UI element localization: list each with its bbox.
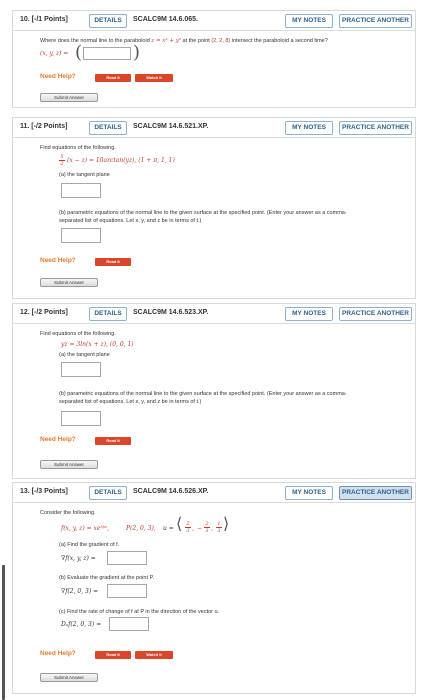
question-code: SCALC9M 14.6.521.XP. — [133, 123, 209, 130]
normal-line-input[interactable] — [61, 411, 101, 426]
point-definition: P(2, 0, 3), — [126, 525, 156, 532]
details-button[interactable]: DETAILS — [89, 307, 127, 321]
question-number: 10. [-/1 Points] — [20, 16, 68, 23]
watch-it-button[interactable]: Watch It — [135, 651, 173, 659]
question-code: SCALC9M 14.6.523.XP. — [133, 309, 209, 316]
part-a-label: (a) the tangent plane — [59, 172, 110, 178]
vector-comma-1: , — [192, 525, 194, 532]
my-notes-button[interactable]: MY NOTES — [285, 14, 333, 28]
tangent-plane-input[interactable] — [61, 183, 101, 198]
tangent-plane-input[interactable] — [61, 362, 101, 377]
submit-answer-button[interactable]: Submit Answer — [40, 673, 98, 682]
surface-equation: (x − z) = 10arctan(yz), (1 + π, 1, 1) — [67, 157, 175, 164]
part-c-label: (c) Find the rate of change of f at P in… — [59, 609, 220, 615]
question-12: 12. [-/2 Points] DETAILS SCALC9M 14.6.52… — [12, 303, 416, 479]
right-paren: ) — [133, 42, 141, 63]
question-prompt: Consider the following. — [40, 510, 96, 516]
part-b-line-1: (b) parametric equations of the normal l… — [59, 391, 347, 397]
question-number: 13. [-/3 Points] — [20, 488, 68, 495]
left-paren: ( — [75, 42, 83, 63]
need-help-label: Need Help? — [40, 73, 76, 80]
details-button[interactable]: DETAILS — [89, 486, 127, 500]
part-b-label: (b) Evaluate the gradient at the point P… — [59, 575, 154, 581]
surface-equation: yz = 3ln(x + z), (0, 0, 1) — [61, 341, 134, 348]
question-header: 10. [-/1 Points] DETAILS SCALC9M 14.6.06… — [13, 11, 415, 31]
vector-u-component-1: 2 3 — [185, 521, 191, 534]
question-header: 11. [-/2 Points] DETAILS SCALC9M 14.6.52… — [13, 118, 415, 138]
need-help-label: Need Help? — [40, 650, 76, 657]
vector-u-component-3: 1 3 — [216, 521, 222, 534]
need-help-label: Need Help? — [40, 257, 76, 264]
submit-answer-button[interactable]: Submit Answer — [40, 460, 98, 469]
my-notes-button[interactable]: MY NOTES — [285, 121, 333, 135]
directional-derivative-label: Dᵤf(2, 0, 3) = — [61, 621, 102, 628]
question-number: 11. [-/2 Points] — [20, 123, 68, 130]
normal-line-input[interactable] — [61, 228, 101, 243]
scrollbar[interactable] — [2, 565, 5, 700]
part-b-line-2: separated list of equations. Let x, y, a… — [59, 218, 202, 224]
read-it-button[interactable]: Read It — [95, 651, 131, 659]
question-code: SCALC9M 14.6.065. — [133, 16, 198, 23]
question-header: 13. [-/3 Points] DETAILS SCALC9M 14.6.52… — [13, 483, 415, 503]
vector-u-component-2: 2 3 — [204, 521, 210, 534]
question-code: SCALC9M 14.6.526.XP. — [133, 488, 209, 495]
my-notes-button[interactable]: MY NOTES — [285, 307, 333, 321]
prompt-point: (2, 2, 8) — [211, 38, 231, 44]
practice-another-button[interactable]: PRACTICE ANOTHER — [339, 486, 412, 500]
question-13: 13. [-/3 Points] DETAILS SCALC9M 14.6.52… — [12, 482, 416, 694]
gradient-at-p-input[interactable] — [107, 584, 147, 598]
question-header: 12. [-/2 Points] DETAILS SCALC9M 14.6.52… — [13, 304, 415, 324]
part-a-label: (a) Find the gradient of f. — [59, 542, 120, 548]
question-prompt: Find equations of the following. — [40, 145, 116, 151]
practice-another-button[interactable]: PRACTICE ANOTHER — [339, 307, 412, 321]
part-a-label: (a) the tangent plane — [59, 352, 110, 358]
practice-another-button[interactable]: PRACTICE ANOTHER — [339, 121, 412, 135]
part-b-line-1: (b) parametric equations of the normal l… — [59, 210, 347, 216]
question-11: 11. [-/2 Points] DETAILS SCALC9M 14.6.52… — [12, 117, 416, 299]
directional-derivative-input[interactable] — [109, 617, 149, 631]
answer-label: (x, y, z) = — [40, 50, 69, 57]
details-button[interactable]: DETAILS — [89, 14, 127, 28]
my-notes-button[interactable]: MY NOTES — [285, 486, 333, 500]
prompt-expression: z = x² + y² — [151, 38, 182, 44]
question-prompt: Find equations of the following. — [40, 331, 116, 337]
submit-answer-button[interactable]: Submit Answer — [40, 93, 98, 102]
watch-it-button[interactable]: Watch It — [135, 74, 173, 82]
read-it-button[interactable]: Read It — [95, 258, 131, 266]
coefficient-fraction: 5 2 — [59, 154, 65, 167]
vector-comma-2: , — [211, 525, 213, 532]
vector-minus-sign: − — [197, 525, 203, 532]
question-10: 10. [-/1 Points] DETAILS SCALC9M 14.6.06… — [12, 10, 416, 108]
gradient-label: ∇f(x, y, z) = — [61, 555, 96, 562]
vector-right-angle: ⟩ — [223, 514, 230, 533]
details-button[interactable]: DETAILS — [89, 121, 127, 135]
read-it-button[interactable]: Read It — [95, 74, 131, 82]
vector-left-angle: ⟨ — [176, 514, 183, 533]
gradient-at-p-label: ∇f(2, 0, 3) = — [61, 588, 99, 595]
answer-input[interactable] — [83, 47, 131, 60]
question-prompt: Where does the normal line to the parabo… — [40, 38, 328, 44]
practice-another-button[interactable]: PRACTICE ANOTHER — [339, 14, 412, 28]
gradient-input[interactable] — [107, 551, 147, 565]
read-it-button[interactable]: Read It — [95, 437, 131, 445]
need-help-label: Need Help? — [40, 436, 76, 443]
part-b-line-2: separated list of equations. Let x, y, a… — [59, 399, 202, 405]
submit-answer-button[interactable]: Submit Answer — [40, 278, 98, 287]
question-number: 12. [-/2 Points] — [20, 309, 68, 316]
vector-u-label: u = — [163, 525, 174, 532]
function-definition: f(x, y, z) = xe⁵ʸᶻ, — [61, 525, 109, 532]
